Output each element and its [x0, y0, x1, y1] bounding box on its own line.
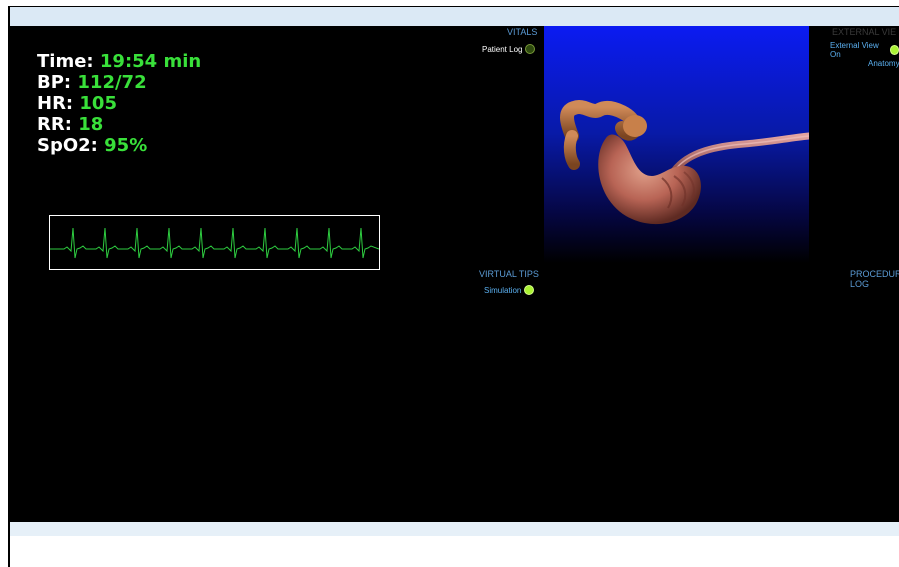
- ecg-monitor: [49, 215, 380, 270]
- procedure-log-panel-title: PROCEDUR LOG: [850, 269, 899, 289]
- spo2-value: 95%: [104, 135, 148, 156]
- vital-rr: RR: 18: [37, 114, 104, 135]
- external-view-toggle[interactable]: External View On: [830, 41, 899, 59]
- esophagus-tube: [670, 132, 809, 175]
- external-view-panel-title: EXTERNAL VIE: [832, 27, 897, 37]
- bp-value: 112/72: [77, 72, 147, 93]
- status-led-icon: [524, 285, 535, 295]
- rr-value: 18: [78, 114, 104, 135]
- vitals-readout: Time: 19:54 min BP: 112/72 HR: 105 RR: 1…: [37, 51, 201, 156]
- simulation-screen: Time: 19:54 min BP: 112/72 HR: 105 RR: 1…: [10, 26, 899, 522]
- vitals-panel-title: VITALS: [507, 27, 538, 37]
- duodenum-bulb: [623, 115, 647, 137]
- endoscopy-3d-view[interactable]: [544, 26, 809, 263]
- vital-bp: BP: 112/72: [37, 72, 147, 93]
- simulation-label: Simulation: [484, 285, 522, 295]
- status-led-icon: [525, 44, 536, 54]
- anatomy-toggle[interactable]: Anatomy: [868, 59, 899, 68]
- patient-log-label: Patient Log: [482, 44, 523, 54]
- vital-hr: HR: 105: [37, 93, 117, 114]
- time-value: 19:54 min: [99, 51, 202, 72]
- patient-log-toggle[interactable]: Patient Log: [482, 44, 536, 54]
- stomach-anatomy-model: [560, 100, 809, 225]
- vital-time: Time: 19:54 min: [37, 51, 202, 72]
- stomach-body: [598, 134, 701, 225]
- ecg-waveform: [50, 227, 380, 259]
- virtual-tips-panel-title: VIRTUAL TIPS: [479, 269, 539, 279]
- vital-spo2: SpO2: 95%: [37, 135, 148, 156]
- simulation-toggle[interactable]: Simulation: [484, 285, 535, 295]
- status-led-icon: [889, 45, 899, 55]
- bottom-status-bar: [10, 522, 899, 536]
- top-toolbar: [10, 7, 899, 26]
- hr-value: 105: [79, 93, 117, 114]
- external-view-label: External View On: [830, 41, 879, 59]
- anatomy-label: Anatomy: [868, 59, 899, 68]
